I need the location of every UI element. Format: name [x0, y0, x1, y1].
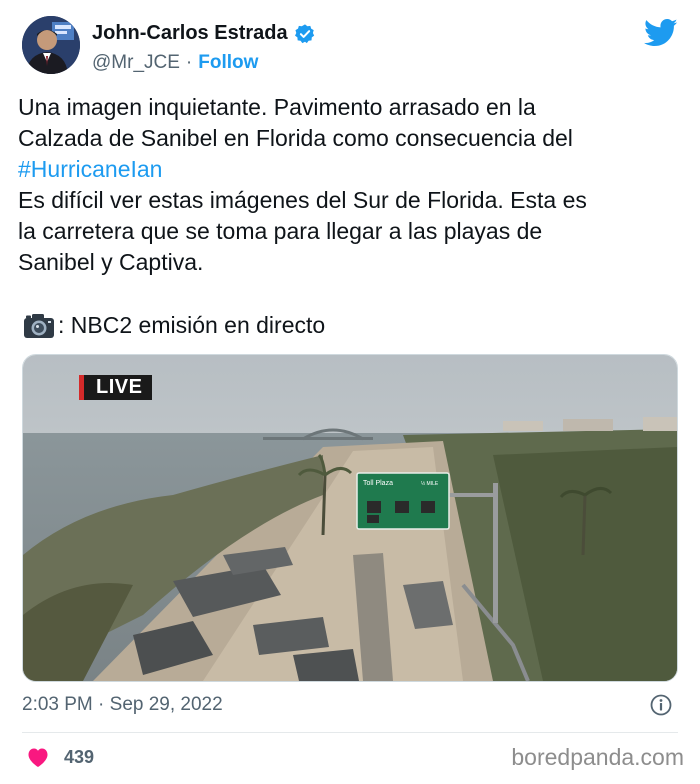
hashtag-link[interactable]: #HurricaneIan — [18, 156, 162, 182]
like-action[interactable]: 439 — [26, 746, 94, 768]
tweet-header: John-Carlos Estrada @Mr_JCE · Follow — [22, 16, 682, 82]
camera-icon — [24, 313, 54, 338]
tweet-line: Calzada de Sanibel en Florida como conse… — [18, 125, 573, 151]
avatar[interactable] — [22, 16, 80, 74]
sign-text-small: ½ MILE — [421, 480, 439, 487]
like-count: 439 — [64, 746, 95, 767]
sign-text: Toll Plaza — [363, 480, 393, 487]
tweet-media[interactable]: Toll Plaza ½ MILE LIVE — [22, 354, 678, 682]
divider — [22, 732, 678, 733]
separator-dot: · — [185, 52, 193, 73]
camera-caption: : NBC2 emisión en directo — [58, 312, 326, 338]
verified-badge-icon — [294, 23, 314, 43]
heart-icon[interactable] — [26, 746, 50, 768]
author-name-row: John-Carlos Estrada — [92, 22, 316, 45]
author-name[interactable]: John-Carlos Estrada — [92, 22, 288, 45]
follow-button[interactable]: Follow — [198, 52, 258, 74]
watermark: boredpanda.com — [511, 744, 684, 770]
tweet-line: la carretera que se toma para llegar a l… — [18, 218, 543, 244]
camera-caption-line: : NBC2 emisión en directo — [22, 310, 325, 341]
damaged-causeway-photo: Toll Plaza ½ MILE — [23, 355, 677, 681]
author-handle-row: @Mr_JCE · Follow — [92, 52, 258, 74]
tweet-line: Una imagen inquietante. Pavimento arrasa… — [18, 94, 536, 120]
tweet-timestamp[interactable]: 2:03 PM · Sep 29, 2022 — [22, 694, 223, 716]
info-icon[interactable] — [650, 694, 672, 716]
tweet-line: Sanibel y Captiva. — [18, 249, 204, 275]
tweet-line: Es difícil ver estas imágenes del Sur de… — [18, 187, 587, 213]
tweet-body: Una imagen inquietante. Pavimento arrasa… — [18, 92, 678, 278]
live-badge: LIVE — [79, 375, 153, 400]
author-handle[interactable]: @Mr_JCE — [92, 52, 180, 74]
twitter-bird-icon[interactable] — [644, 18, 678, 48]
